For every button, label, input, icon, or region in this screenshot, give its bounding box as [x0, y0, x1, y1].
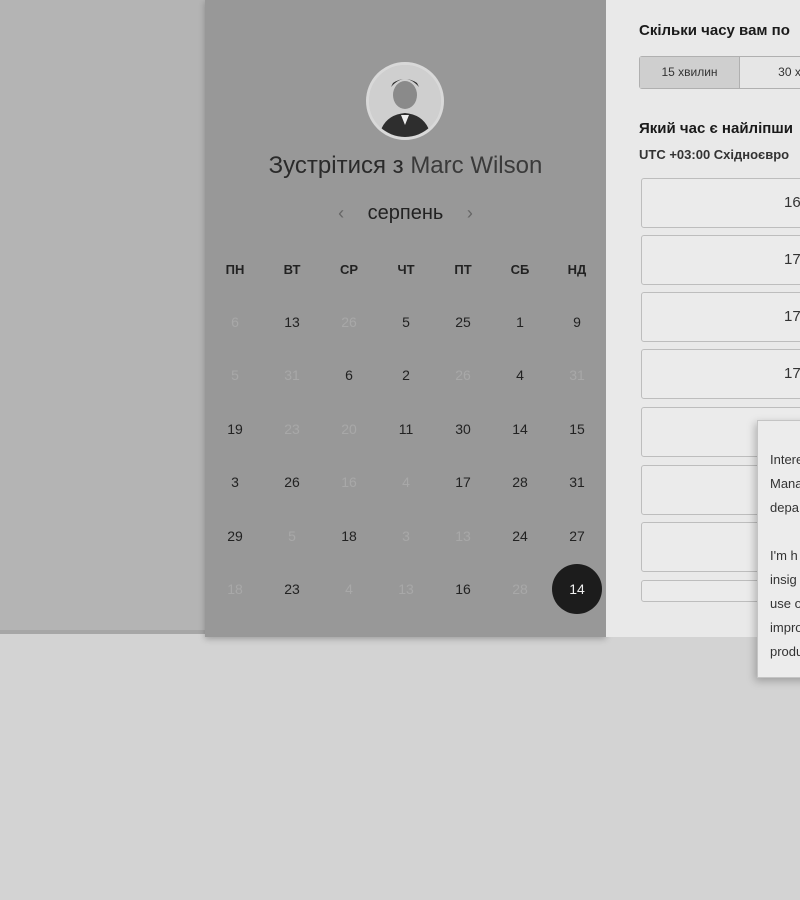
calendar-day[interactable]: 26 [272, 473, 312, 491]
calendar-panel: Зустрітися з Marc Wilson ‹ серпень › ПН В… [205, 0, 606, 637]
calendar-day[interactable]: 2 [386, 366, 426, 384]
weekday-header: ЧТ [397, 262, 415, 277]
calendar-day[interactable]: 5 [386, 313, 426, 331]
weekday-header: ВТ [283, 262, 301, 277]
weekday-header: ПТ [454, 262, 472, 277]
calendar-day[interactable]: 19 [215, 420, 255, 438]
month-label: серпень [367, 202, 444, 224]
time-slot[interactable]: 17 [641, 292, 800, 342]
time-slot[interactable]: 17 [641, 349, 800, 399]
weekday-header: СР [339, 262, 359, 277]
selected-day[interactable]: 14 [552, 564, 602, 614]
calendar-day: 20 [341, 421, 357, 437]
calendar-day[interactable]: 17 [443, 473, 483, 491]
calendar-day[interactable]: 27 [557, 527, 597, 545]
time-slot[interactable]: 17 [641, 235, 800, 285]
calendar-day[interactable]: 31 [557, 473, 597, 491]
left-pane [0, 0, 205, 634]
calendar-day: 18 [227, 581, 243, 597]
calendar-day: 28 [512, 581, 528, 597]
calendar-day: 23 [284, 421, 300, 437]
popover-text-line: produ [770, 644, 800, 659]
popover-text-line: Intere [770, 452, 800, 467]
calendar-day[interactable]: 23 [272, 580, 312, 598]
calendar-day[interactable]: 30 [443, 420, 483, 438]
next-month-icon[interactable]: › [453, 203, 487, 223]
calendar-day: 4 [345, 581, 353, 597]
duration-selector: 15 хвилин 30 х [639, 56, 800, 89]
calendar-day: 3 [402, 528, 410, 544]
popover-text-line: Mana [770, 476, 800, 491]
calendar-day[interactable]: 15 [557, 420, 597, 438]
calendar-day[interactable]: 6 [329, 366, 369, 384]
page-title: Зустрітися з Marc Wilson [205, 152, 606, 180]
calendar-day: 5 [231, 367, 239, 383]
calendar-day: 5 [288, 528, 296, 544]
popover-text-line: use o [770, 596, 800, 611]
calendar-day: 6 [231, 314, 239, 330]
calendar-day: 31 [284, 367, 300, 383]
calendar-day[interactable]: 25 [443, 313, 483, 331]
weekday-header: ПН [225, 262, 245, 277]
calendar-day[interactable]: 4 [500, 366, 540, 384]
calendar-day[interactable]: 18 [329, 527, 369, 545]
time-question: Який час є найліпши [639, 120, 794, 137]
calendar-day: 16 [341, 474, 357, 490]
duration-question: Скільки часу вам по [639, 22, 790, 39]
popover-text-line: depa [770, 500, 799, 515]
time-slot-label: 17 [784, 251, 800, 268]
popover-text-line: I'm h [770, 548, 798, 563]
time-slot-label: 16 [784, 194, 800, 211]
calendar-day[interactable]: 13 [272, 313, 312, 331]
host-name: Marc Wilson [410, 152, 543, 179]
calendar-day[interactable]: 3 [215, 473, 255, 491]
calendar-day: 4 [402, 474, 410, 490]
calendar-day[interactable]: 16 [443, 580, 483, 598]
duration-option-30[interactable]: 30 х [740, 57, 800, 88]
duration-option-15[interactable]: 15 хвилин [640, 57, 740, 88]
month-navigation: ‹ серпень › [205, 202, 606, 225]
calendar-day[interactable]: 11 [386, 420, 426, 438]
calendar-day[interactable]: 28 [500, 473, 540, 491]
popover-text-line: impro [770, 620, 800, 635]
host-description-popover: Intere Mana depa I'm h insig use o impro produ [757, 420, 800, 678]
time-slot[interactable]: 16 [641, 178, 800, 228]
host-avatar [366, 62, 444, 140]
time-slot-label: 17 [784, 308, 800, 325]
title-prefix: Зустрітися з [268, 152, 404, 179]
calendar-day: 13 [398, 581, 414, 597]
calendar-day: 26 [341, 314, 357, 330]
calendar-day: 31 [569, 367, 585, 383]
popover-text-line: insig [770, 572, 797, 587]
calendar-day: 26 [455, 367, 471, 383]
prev-month-icon[interactable]: ‹ [324, 203, 358, 223]
calendar-day[interactable]: 29 [215, 527, 255, 545]
calendar-day[interactable]: 24 [500, 527, 540, 545]
weekday-header: СБ [510, 262, 530, 277]
timezone-label[interactable]: UTC +03:00 Східноєвро [639, 147, 789, 162]
weekday-header: НД [567, 262, 587, 277]
calendar-day[interactable]: 1 [500, 313, 540, 331]
calendar-day[interactable]: 14 [500, 420, 540, 438]
time-slot-label: 17 [784, 365, 800, 382]
calendar-day: 13 [455, 528, 471, 544]
calendar-day[interactable]: 9 [557, 313, 597, 331]
